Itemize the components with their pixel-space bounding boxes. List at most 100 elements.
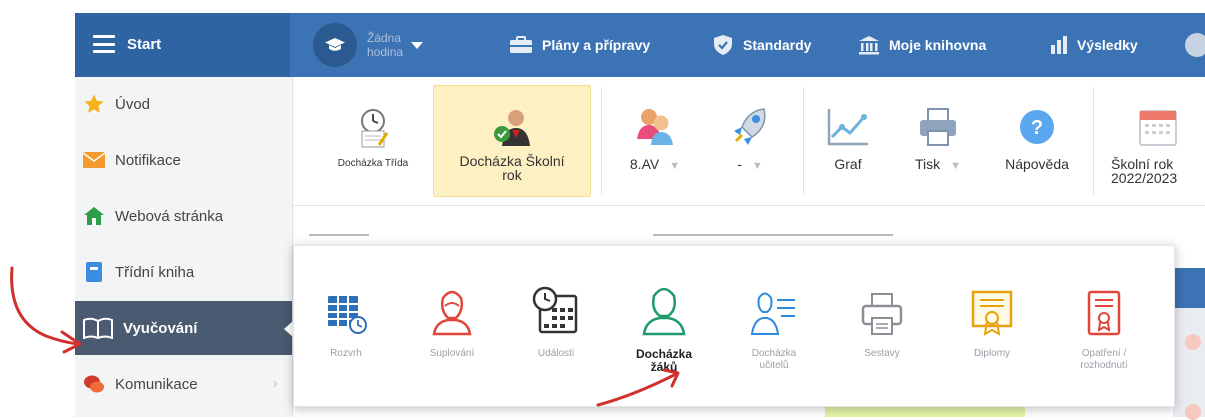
sidebar-item-vyucovani[interactable]: Vyučování (75, 301, 293, 355)
skolni-rok-button[interactable]: Školní rok 2022/2023 (1111, 85, 1205, 195)
student-check-icon (490, 106, 534, 151)
toolbar-label: Nápověda (1005, 156, 1069, 172)
alarm-clock-notepad-icon (353, 107, 393, 152)
help-icon: ? (1019, 109, 1055, 148)
library-icon (858, 35, 880, 55)
toolbar-separator (1093, 87, 1094, 195)
grid-dot (1185, 404, 1201, 420)
graduation-cap-icon (313, 23, 357, 67)
sidebar-item-label: Třídní kniha (115, 263, 195, 281)
dash-select-value: - ▼ (737, 156, 763, 172)
dash-select[interactable]: - ▼ (705, 85, 795, 195)
attendance-grid-edge (1173, 268, 1205, 420)
submenu-label: Diplomy (973, 348, 1011, 359)
diploma-icon (952, 274, 1032, 336)
active-indicator (284, 321, 293, 337)
line-graph-icon (826, 107, 870, 150)
toolbar-label: Graf (834, 156, 862, 172)
top-navigation-bar: Start Žádna hodina Plány a přípravy Stan… (75, 13, 1205, 77)
sidebar-item-tridni-kniha[interactable]: Třídní kniha (75, 245, 292, 299)
toolbar-separator (803, 87, 804, 195)
sidebar-item-label: Notifikace (115, 151, 181, 169)
napoveda-button[interactable]: ? Nápověda (989, 85, 1085, 195)
sidebar-item-notifikace[interactable]: Notifikace (75, 133, 292, 187)
sidebar-item-label: Úvod (115, 95, 151, 113)
chevron-down-icon (411, 41, 424, 49)
printer-icon (918, 107, 958, 150)
toolbar-label: Docházka Třída (337, 158, 409, 169)
student-icon (624, 274, 704, 336)
grid-header (1173, 268, 1205, 308)
sidebar-item-webova-stranka[interactable]: Webová stránka (75, 189, 292, 243)
submenu-item-dochazka-ucitelu[interactable]: Docházka učitelů (734, 274, 814, 372)
sidebar-item-uvod[interactable]: Úvod (75, 77, 292, 131)
start-label: Start (127, 36, 162, 53)
svg-text:?: ? (1031, 117, 1043, 139)
nav-label: Výsledky (1077, 37, 1138, 53)
graf-button[interactable]: Graf (813, 85, 883, 195)
decision-doc-icon (1064, 274, 1144, 336)
teacher-list-icon (734, 274, 814, 336)
submenu-item-rozvrh[interactable]: Rozvrh (306, 274, 386, 360)
dochazka-trida-button[interactable]: Docházka Třída (321, 85, 425, 195)
submenu-label: Události (537, 348, 575, 359)
chat-bubbles-icon (83, 373, 105, 395)
submenu-item-sestavy[interactable]: Sestavy (842, 274, 922, 360)
chevron-down-icon: ▼ (950, 160, 962, 172)
lesson-selector[interactable]: Žádna hodina (313, 13, 424, 77)
grid-dot (1185, 334, 1201, 350)
chevron-down-icon: ▼ (669, 160, 681, 172)
calendar-icon (1139, 107, 1177, 150)
hamburger-icon[interactable] (93, 35, 115, 53)
star-icon (83, 93, 105, 115)
nav-standardy[interactable]: Standardy (712, 13, 811, 77)
class-select-value: 8.AV ▼ (629, 156, 681, 172)
nav-moje-knihovna[interactable]: Moje knihovna (858, 13, 986, 77)
rocket-icon (730, 105, 770, 150)
submenu-item-udalosti[interactable]: Události (516, 274, 596, 360)
annotation-arrow-left (10, 266, 82, 354)
nav-vysledky[interactable]: Výsledky (1050, 13, 1138, 77)
toolbar-label: Docházka Školní rok (459, 153, 565, 183)
submenu-label: Docházka učitelů (751, 348, 797, 371)
open-book-icon (83, 317, 113, 339)
start-menu-button[interactable]: Start (75, 13, 290, 77)
submenu-label: Sestavy (864, 348, 900, 359)
submenu-label: Rozvrh (330, 348, 362, 359)
submenu-item-suplovani[interactable]: Suplování (412, 274, 492, 360)
bar-chart-icon (1050, 36, 1068, 54)
sidebar: Úvod Notifikace Webová stránka Třídní kn… (75, 77, 293, 417)
sidebar-item-komunikace[interactable]: Komunikace › (75, 357, 292, 411)
user-avatar[interactable] (1185, 33, 1205, 57)
class-select[interactable]: 8.AV ▼ (615, 85, 695, 195)
toolbar-separator (601, 87, 602, 195)
sidebar-item-label: Vyučování (123, 319, 198, 337)
submenu-label: Suplování (429, 348, 475, 359)
book-icon (83, 261, 105, 283)
submenu-label: Opatření / rozhodnutí (1080, 348, 1128, 371)
sidebar-item-label: Webová stránka (115, 207, 224, 225)
toolbar: Docházka Třída Docházka Školní rok 8.AV ▼… (293, 77, 1205, 206)
shield-check-icon (712, 34, 734, 56)
nav-plany-a-pripravy[interactable]: Plány a přípravy (509, 13, 650, 77)
submenu-item-opatreni-rozhodnuti[interactable]: Opatření / rozhodnutí (1064, 274, 1144, 372)
dochazka-skolni-rok-button[interactable]: Docházka Školní rok (433, 85, 591, 197)
timetable-icon (306, 274, 386, 336)
sidebar-item-label: Komunikace (115, 375, 198, 393)
submenu-item-diplomy[interactable]: Diplomy (952, 274, 1032, 360)
lesson-label: Žádna hodina (367, 31, 404, 59)
chevron-down-icon: ▼ (751, 160, 763, 172)
house-icon (83, 205, 105, 227)
nav-label: Plány a přípravy (542, 37, 651, 53)
chevron-right-icon: › (272, 375, 278, 392)
calendar-clock-icon (516, 274, 596, 336)
nav-label: Standardy (743, 37, 812, 53)
nav-label: Moje knihovna (889, 37, 987, 53)
people-icon (633, 105, 677, 150)
tisk-button[interactable]: Tisk ▼ (893, 85, 983, 195)
submenu-item-dochazka-zaku[interactable]: Docházka žáků (624, 274, 704, 374)
toolbar-label: Školní rok 2022/2023 (1111, 156, 1178, 186)
printer-icon (842, 274, 922, 336)
briefcase-icon (509, 36, 533, 54)
submenu-label: Docházka žáků (635, 347, 693, 374)
